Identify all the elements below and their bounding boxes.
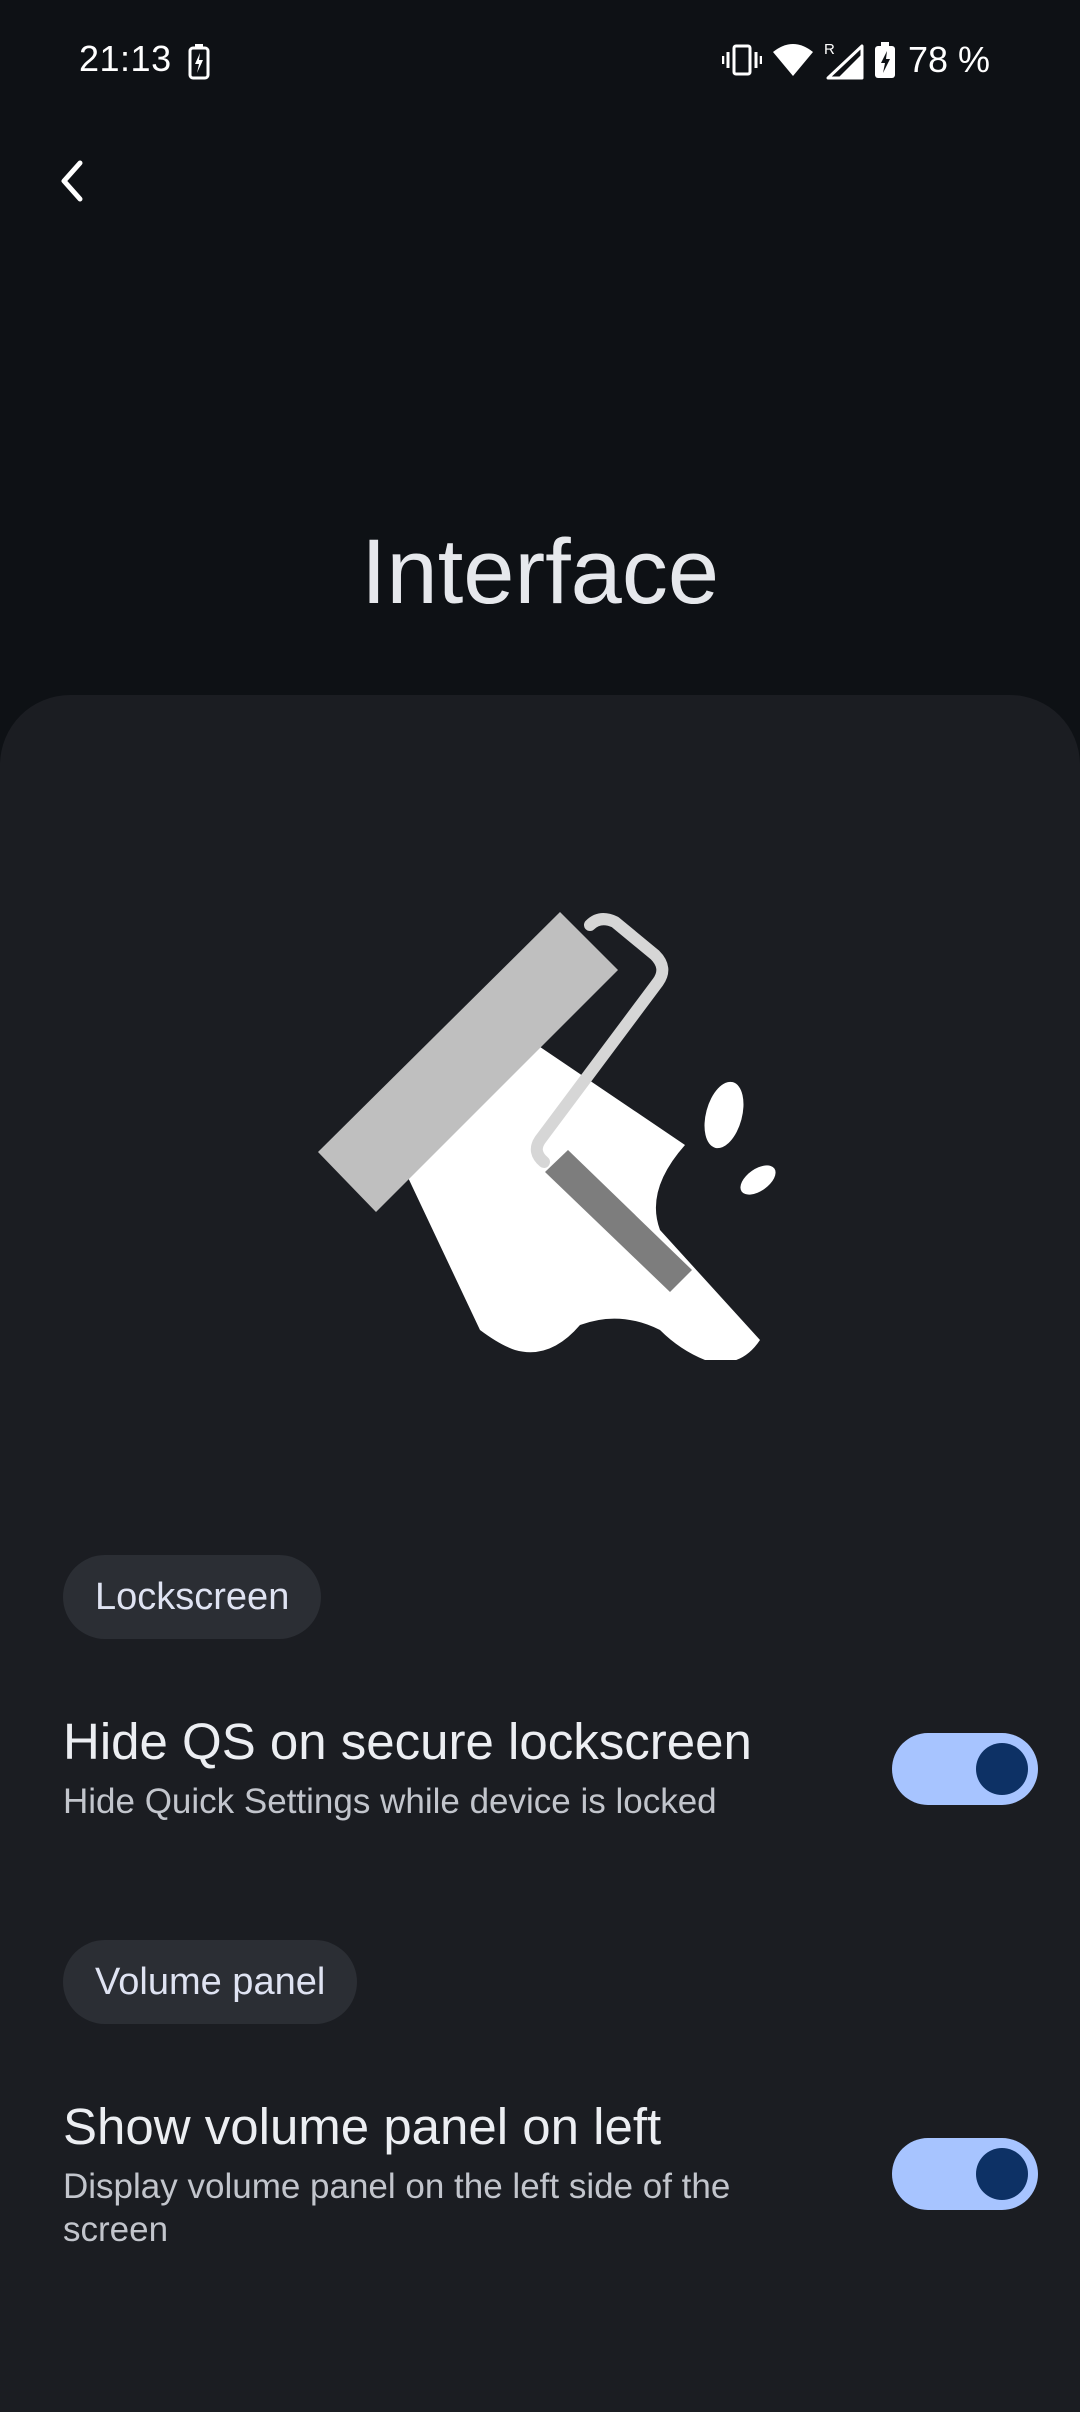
hide-qs-toggle[interactable] (892, 1733, 1038, 1805)
battery-charging-icon (874, 41, 896, 79)
paint-roller-icon (300, 890, 800, 1363)
section-chip-volume-panel: Volume panel (63, 1940, 358, 2024)
setting-hide-qs-lockscreen[interactable]: Hide QS on secure lockscreen Hide Quick … (0, 1700, 1080, 1850)
status-time: 21:13 (79, 38, 172, 79)
setting-title: Show volume panel on left (63, 2098, 662, 2155)
toggle-thumb (976, 2148, 1028, 2200)
setting-volume-panel-left[interactable]: Show volume panel on left Display volume… (0, 2085, 1080, 2265)
volume-left-toggle[interactable] (892, 2138, 1038, 2210)
setting-title: Hide QS on secure lockscreen (63, 1713, 752, 1770)
battery-saver-icon (188, 44, 210, 85)
toggle-thumb (976, 1743, 1028, 1795)
battery-percent: 78 % (907, 39, 990, 80)
wifi-icon (772, 42, 814, 78)
setting-description: Hide Quick Settings while device is lock… (63, 1782, 717, 1821)
section-chip-lockscreen: Lockscreen (63, 1555, 322, 1639)
status-icons: R 78 % (721, 38, 990, 82)
page-title: Interface (361, 521, 719, 623)
chevron-left-icon (58, 159, 88, 208)
vibrate-icon (721, 42, 762, 78)
setting-description: Display volume panel on the left side of… (63, 2167, 731, 2249)
status-bar: 21:13 R 78 % (0, 0, 1080, 124)
svg-text:R: R (824, 41, 835, 58)
signal-roaming-icon: R (824, 40, 864, 80)
back-button[interactable] (40, 150, 106, 216)
